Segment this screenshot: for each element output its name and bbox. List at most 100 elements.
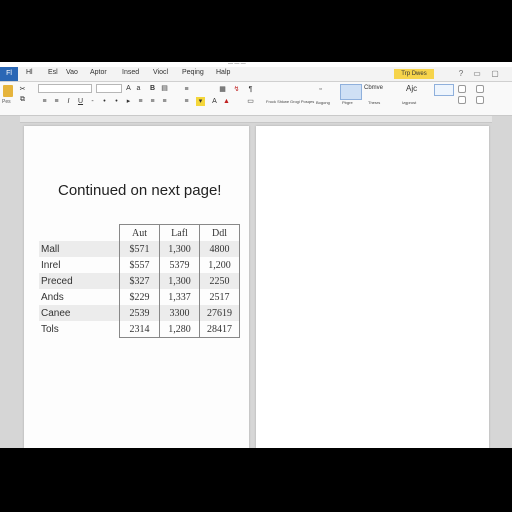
table-row: Inrel $557 5379 1,200 <box>39 257 240 273</box>
table-header-cell: Lafl <box>159 224 200 241</box>
table-cell: $557 <box>119 257 160 273</box>
italic-icon[interactable]: I <box>64 97 73 106</box>
file-tab[interactable]: Fl <box>0 67 18 81</box>
table-row: Canee 2539 3300 27619 <box>39 305 240 321</box>
table-cell: 2517 <box>199 289 240 305</box>
page-style-icon[interactable]: ▫ <box>316 85 325 94</box>
table-cell: $571 <box>119 241 160 257</box>
ruler <box>20 116 492 123</box>
ribbon: Pes ✂ ⧉ A a B ▤ ≡ ≡ I U - • • ▸ ≡ ≡ ≡ ≡ … <box>0 82 512 116</box>
table-row: Ands $229 1,337 2517 <box>39 289 240 305</box>
page-2[interactable] <box>256 126 489 448</box>
font-color-icon[interactable]: A <box>210 97 219 106</box>
font-name-box[interactable] <box>38 84 92 93</box>
indent-icon[interactable]: ≡ <box>136 97 145 106</box>
table-cell: 28417 <box>199 321 240 338</box>
style-name-2: Grogi Posqes <box>290 99 315 104</box>
shading-icon[interactable]: ▦ <box>218 85 227 94</box>
tab-insert[interactable]: Insed <box>122 69 139 76</box>
table-cell: 4800 <box>199 241 240 257</box>
paste-icon[interactable] <box>3 85 13 97</box>
row-label: Inrel <box>41 259 61 271</box>
bullets-icon[interactable]: ≡ <box>40 97 49 106</box>
table-cell: 1,300 <box>159 241 200 257</box>
superscript-icon[interactable]: • <box>112 97 121 106</box>
row-label: Preced <box>39 273 120 289</box>
tab-help[interactable]: Halp <box>216 69 230 76</box>
paste-label: Pes <box>2 99 11 105</box>
table-cell: 1,280 <box>159 321 200 338</box>
row-label: Mall <box>39 241 120 257</box>
select-icon[interactable] <box>458 96 466 104</box>
highlight-icon[interactable]: ▾ <box>196 97 205 106</box>
continued-heading: Continued on next page! <box>58 182 222 199</box>
data-table: Aut Lafl Ddl Mall $571 1,300 4800 Inrel … <box>39 224 240 338</box>
table-cell: 1,337 <box>159 289 200 305</box>
copy-icon[interactable]: ⧉ <box>18 95 27 104</box>
table-cell: $327 <box>119 273 160 289</box>
numbering-icon[interactable]: ≡ <box>52 97 61 106</box>
style-head-2[interactable]: Ajc <box>406 84 417 93</box>
strike-icon[interactable]: - <box>88 97 97 106</box>
underline-icon[interactable]: U <box>76 97 85 106</box>
align-center-icon[interactable]: ≡ <box>160 97 169 106</box>
tab-view[interactable]: Vao <box>66 69 78 76</box>
table-header-cell: Ddl <box>199 224 240 241</box>
tab-home[interactable]: Hl <box>26 69 33 76</box>
page-1[interactable]: Continued on next page! Aut Lafl Ddl Mal… <box>24 126 249 448</box>
align-right-icon[interactable]: ≡ <box>182 85 191 94</box>
table-header-cell: Aut <box>119 224 160 241</box>
style-name-1: Frock Shkwe <box>266 99 290 104</box>
tell-me-box[interactable]: Trp Dwes <box>394 69 434 79</box>
style-name-5: Thesrs <box>368 100 381 105</box>
style-tile-selected[interactable] <box>340 84 362 100</box>
table-cell: $229 <box>119 289 160 305</box>
table-cell: 2250 <box>199 273 240 289</box>
align-left-icon[interactable]: ≡ <box>148 97 157 106</box>
row-label: Canee <box>39 305 120 321</box>
style-tile-2[interactable] <box>290 84 312 100</box>
menu-bar: Fl Hl Esl Vao Aptor Insed Viocl Peqing H… <box>0 67 512 82</box>
subscript-icon[interactable]: • <box>100 97 109 106</box>
document-workspace: Continued on next page! Aut Lafl Ddl Mal… <box>0 116 512 448</box>
text-effects-icon[interactable]: ▸ <box>124 97 133 106</box>
tab-paging[interactable]: Peqing <box>182 69 204 76</box>
replace-icon[interactable] <box>458 85 466 93</box>
show-marks-icon[interactable]: ¶ <box>246 85 255 94</box>
table-header-cell <box>39 225 120 242</box>
table-cell: 1,300 <box>159 273 200 289</box>
sort-icon[interactable]: ↯ <box>232 85 241 94</box>
table-cell: 27619 <box>199 305 240 321</box>
bold-icon[interactable]: B <box>148 84 157 93</box>
row-label: Tols <box>41 323 59 335</box>
find-box-icon[interactable] <box>434 84 454 96</box>
borders-icon[interactable]: ▭ <box>246 97 255 106</box>
table-row: Tols 2314 1,280 28417 <box>39 321 240 338</box>
table-cell: 1,200 <box>199 257 240 273</box>
ribbon-display-icon[interactable]: ▢ <box>490 69 500 79</box>
style-tile-1[interactable] <box>266 84 288 100</box>
tab-edit[interactable]: Esl <box>48 69 58 76</box>
word-window: — — — Fl Hl Esl Vao Aptor Insed Viocl Pe… <box>0 62 512 448</box>
clear-format-icon[interactable]: ▤ <box>160 84 169 93</box>
table-cell: 2539 <box>119 305 160 321</box>
styles-gallery: Frock Shkwe Grogi Posqes <box>266 84 342 112</box>
table-row: Mall $571 1,300 4800 <box>39 241 240 257</box>
font-color-red-icon[interactable]: ▲ <box>222 97 231 106</box>
dictate-icon[interactable] <box>476 85 484 93</box>
tab-options[interactable]: Aptor <box>90 69 107 76</box>
style-head-1[interactable]: Cbmve <box>364 85 383 91</box>
editor-icon[interactable] <box>476 96 484 104</box>
justify-icon[interactable]: ≡ <box>182 97 191 106</box>
tab-view-2[interactable]: Viocl <box>153 69 168 76</box>
table-cell: 3300 <box>159 305 200 321</box>
style-name-3: Bogong <box>316 100 330 105</box>
minimize-icon[interactable]: ▭ <box>472 69 482 79</box>
cut-icon[interactable]: ✂ <box>18 85 27 94</box>
grow-font-icon[interactable]: A <box>124 84 133 93</box>
style-name-6: Izgprost <box>402 100 417 105</box>
font-size-box[interactable] <box>96 84 122 93</box>
table-row: Preced $327 1,300 2250 <box>39 273 240 289</box>
shrink-font-icon[interactable]: a <box>134 84 143 93</box>
help-icon[interactable]: ? <box>456 69 466 79</box>
